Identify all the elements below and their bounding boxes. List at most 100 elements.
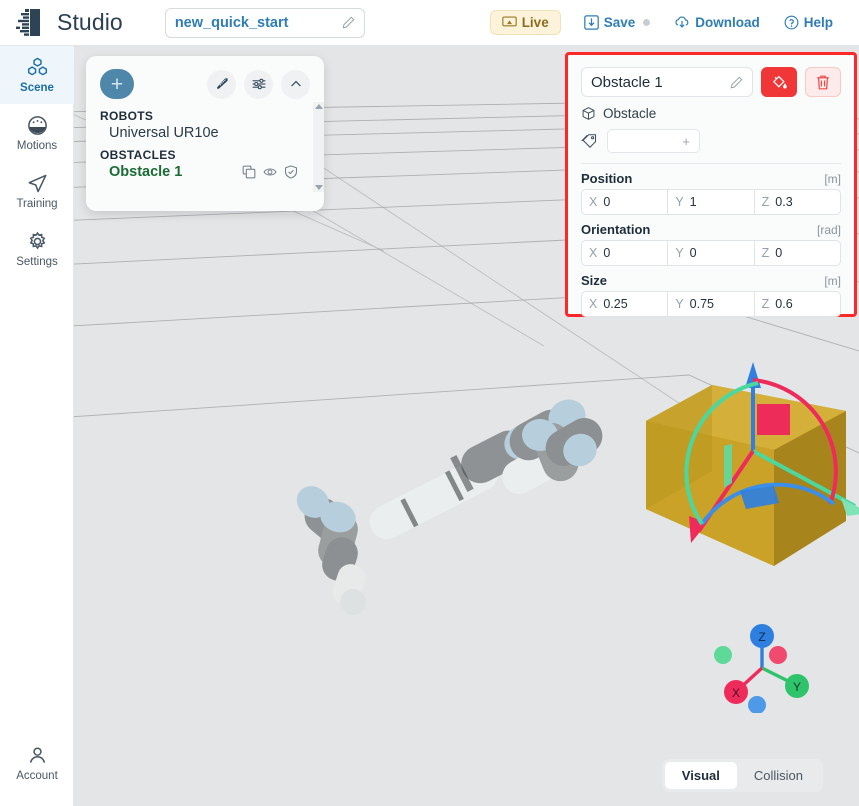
question-circle-icon [784,15,799,30]
axis-value: 0 [689,246,697,260]
tree-item-label: Universal UR10e [109,125,219,141]
tree-item-actions [242,165,310,179]
app-root: Studio new_quick_start Live Save Downloa… [0,0,859,806]
gizmo-axis-neg-z[interactable] [748,696,766,714]
view-orientation-gizmo[interactable]: Z Y X [707,613,817,718]
scene-tree-toolbar: + [86,66,324,102]
download-label: Download [695,15,760,30]
orientation-header: Orientation [rad] [581,222,841,237]
monitor-icon [501,16,517,27]
sidebar-item-label: Training [16,198,58,210]
tree-group-robots: ROBOTS [100,109,154,123]
view-mode-toggle: Visual Collision [661,759,823,792]
project-name-field[interactable]: new_quick_start [164,7,365,38]
gizmo-axis-neg-x[interactable] [769,646,787,664]
gizmo-axis-z-label: Z [758,630,765,644]
gizmo-axis-neg-y[interactable] [714,646,732,664]
object-tag-input[interactable]: + [607,129,700,153]
shield-check-icon[interactable] [284,165,298,179]
axis-value: 0.25 [603,297,628,311]
tree-item-obstacle[interactable]: Obstacle 1 [100,162,310,182]
size-x-field[interactable]: X 0.25 [581,291,669,317]
pencil-icon[interactable] [730,76,743,89]
help-button[interactable]: Help [774,10,843,35]
view-mode-visual[interactable]: Visual [664,762,737,789]
save-button[interactable]: Save [574,10,661,35]
eye-icon[interactable] [263,165,277,179]
axis-label: X [589,246,598,260]
pencil-icon[interactable] [342,16,355,29]
orientation-z-field[interactable]: Z 0 [754,240,841,266]
scene-tree-scrollbar[interactable] [313,102,324,192]
orientation-x-field[interactable]: X 0 [581,240,669,266]
size-fields: X 0.25 Y 0.75 Z 0.6 [581,291,841,317]
tree-item-robot[interactable]: Universal UR10e [100,123,310,143]
chevron-up-icon [290,80,301,87]
add-object-button[interactable]: + [100,69,134,99]
axis-label: X [589,297,598,311]
sidebar-item-label: Scene [20,82,54,94]
sidebar-item-scene[interactable]: Scene [0,46,74,104]
position-y-field[interactable]: Y 1 [668,189,755,215]
tree-group-obstacles: OBSTACLES [100,148,176,162]
axis-value: 0.75 [689,297,715,311]
gear-icon [29,231,45,250]
axis-gizmo-icon[interactable]: Z Y X [707,613,817,714]
help-label: Help [803,15,833,30]
sidebar-item-training[interactable]: Training [0,162,74,220]
position-z-field[interactable]: Z 0.3 [754,189,841,215]
sidebar-item-account[interactable]: Account [0,734,74,792]
properties-divider [581,163,841,164]
gizmo-axis-x-label: X [732,686,740,700]
scene-tree-tools [207,69,310,99]
orientation-fields: X 0 Y 0 Z 0 [581,240,841,266]
position-header: Position [m] [581,171,841,186]
gizmo-axis-y-label: Y [793,680,801,694]
measure-tool-button[interactable] [207,69,236,99]
object-type-label: Obstacle [603,106,657,121]
object-color-button[interactable] [761,67,797,97]
cloud-download-icon [675,16,689,28]
live-label: Live [521,15,549,30]
collapse-panel-button[interactable] [281,69,310,99]
sidebar-item-settings[interactable]: Settings [0,220,74,278]
object-properties-panel: Obstacle 1 Obstacle + Position [m] X 0 Y… [565,52,857,317]
live-button[interactable]: Live [489,10,561,35]
sidebar-account-label: Account [16,770,58,782]
scroll-up-arrow[interactable] [314,104,323,109]
save-label: Save [603,15,636,30]
user-icon [29,747,45,763]
display-settings-button[interactable] [244,69,273,99]
delete-object-button[interactable] [805,67,841,97]
cubes-icon [27,57,47,76]
orientation-y-field[interactable]: Y 0 [668,240,755,266]
tree-item-label: Obstacle 1 [109,164,183,180]
unsaved-indicator-dot [643,19,651,26]
paper-plane-icon [27,174,47,193]
object-name-field[interactable]: Obstacle 1 [581,67,753,97]
axis-label: Z [761,297,770,311]
download-button[interactable]: Download [664,10,770,35]
axis-value: 0.6 [775,297,793,311]
save-download-icon [583,15,599,30]
axis-label: Z [761,246,770,260]
size-z-field[interactable]: Z 0.6 [754,291,841,317]
view-mode-collision[interactable]: Collision [737,762,820,789]
robot-arm[interactable] [290,393,609,615]
orientation-unit: [rad] [816,223,841,237]
sliders-icon [252,78,265,90]
size-y-field[interactable]: Y 0.75 [668,291,755,317]
sidebar-item-label: Motions [16,140,58,152]
sidebar-bottom: Account [0,734,74,792]
scroll-down-arrow[interactable] [314,185,323,190]
cube-icon [582,107,595,120]
properties-header: Obstacle 1 [581,67,841,97]
add-tag-label: + [682,133,690,149]
trash-icon [817,75,829,89]
brand-logo: Studio [16,7,123,38]
sidebar-item-motions[interactable]: Motions [0,104,74,162]
copy-icon[interactable] [242,165,256,179]
position-x-field[interactable]: X 0 [581,189,669,215]
left-sidebar: Scene Motions Training Settings Account [0,46,74,806]
paint-bucket-icon [772,75,787,89]
